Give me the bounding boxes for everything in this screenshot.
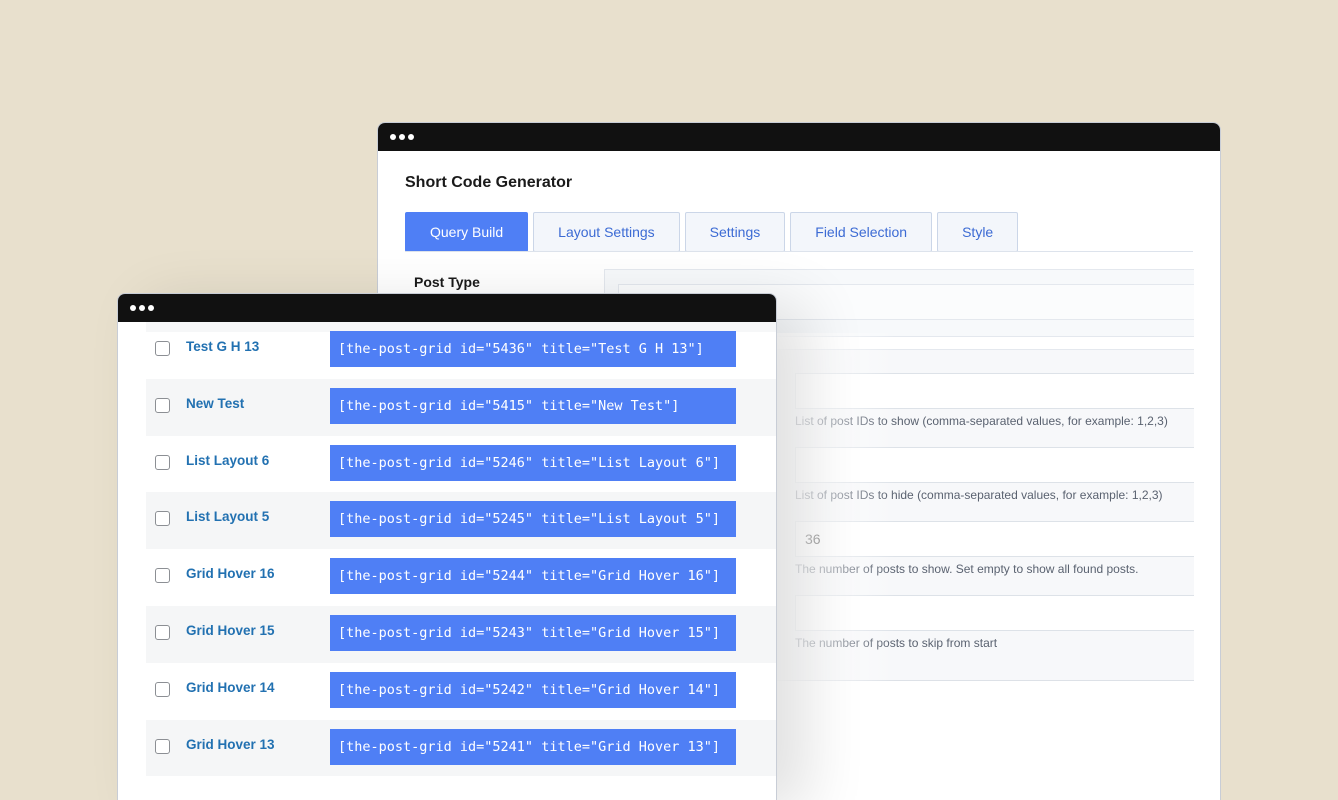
window-dot-icon xyxy=(130,305,136,311)
table-row: Grid Hover 13 [the-post-grid id="5241" t… xyxy=(146,719,776,777)
exclude-ids-input[interactable] xyxy=(795,447,1194,483)
window-dot-icon xyxy=(148,305,154,311)
shortcode-field[interactable]: [the-post-grid id="5242" title="Grid Hov… xyxy=(330,671,736,708)
shortcode-field[interactable]: [the-post-grid id="5436" title="Test G H… xyxy=(330,331,736,367)
row-checkbox[interactable] xyxy=(155,624,170,640)
table-row: List Layout 5 [the-post-grid id="5245" t… xyxy=(146,492,776,550)
row-checkbox[interactable] xyxy=(155,454,170,470)
row-title-link[interactable]: List Layout 6 xyxy=(186,453,269,468)
exclude-ids-hint: List of post IDs to hide (comma-separate… xyxy=(795,488,1163,502)
tab-style[interactable]: Style xyxy=(937,212,1019,252)
window-dot-icon xyxy=(408,134,414,140)
posts-limit-hint: The number of posts to show. Set empty t… xyxy=(795,562,1139,576)
window-dot-icon xyxy=(390,134,396,140)
shortcode-field[interactable]: [the-post-grid id="5245" title="List Lay… xyxy=(330,501,736,538)
window-titlebar xyxy=(118,294,776,322)
shortcode-field[interactable]: [the-post-grid id="5241" title="Grid Hov… xyxy=(330,728,736,765)
shortcode-field[interactable]: [the-post-grid id="5415" title="New Test… xyxy=(330,387,736,424)
row-checkbox[interactable] xyxy=(155,568,170,584)
tab-bar: Query Build Layout Settings Settings Fie… xyxy=(405,212,1019,252)
include-ids-input[interactable] xyxy=(795,373,1194,409)
table-row: Grid Hover 15 [the-post-grid id="5243" t… xyxy=(146,605,776,663)
row-checkbox[interactable] xyxy=(155,341,170,356)
shortcode-field[interactable]: [the-post-grid id="5244" title="Grid Hov… xyxy=(330,558,736,595)
shortcode-field[interactable]: [the-post-grid id="5246" title="List Lay… xyxy=(330,444,736,481)
shortcode-list-window: Test G H 13 [the-post-grid id="5436" tit… xyxy=(117,293,777,800)
row-title-link[interactable]: Grid Hover 13 xyxy=(186,737,275,752)
table-row: Grid Hover 14 [the-post-grid id="5242" t… xyxy=(146,663,776,720)
row-title-link[interactable]: Grid Hover 16 xyxy=(186,566,275,581)
post-type-label: Post Type xyxy=(414,274,480,290)
row-title-link[interactable]: Test G H 13 xyxy=(186,339,259,354)
row-checkbox[interactable] xyxy=(155,511,170,527)
row-checkbox[interactable] xyxy=(155,681,170,697)
row-title-link[interactable]: List Layout 5 xyxy=(186,509,269,524)
table-row: List Layout 6 [the-post-grid id="5246" t… xyxy=(146,436,776,493)
table-row: Test G H 13 [the-post-grid id="5436" tit… xyxy=(146,322,776,379)
row-title-link[interactable]: Grid Hover 15 xyxy=(186,623,275,638)
tab-query-build[interactable]: Query Build xyxy=(405,212,529,252)
shortcode-field[interactable]: [the-post-grid id="5243" title="Grid Hov… xyxy=(330,614,736,651)
row-checkbox[interactable] xyxy=(155,397,170,413)
shortcode-list: Test G H 13 [the-post-grid id="5436" tit… xyxy=(146,322,776,777)
tabs-divider xyxy=(405,251,1193,252)
tab-settings[interactable]: Settings xyxy=(684,212,786,252)
row-title-link[interactable]: Grid Hover 14 xyxy=(186,680,275,695)
window-dot-icon xyxy=(139,305,145,311)
offset-input[interactable] xyxy=(795,595,1194,631)
window-titlebar xyxy=(378,123,1220,151)
tab-field-selection[interactable]: Field Selection xyxy=(790,212,933,252)
page-title: Short Code Generator xyxy=(405,174,573,191)
window-dot-icon xyxy=(399,134,405,140)
tab-layout-settings[interactable]: Layout Settings xyxy=(533,212,680,252)
include-ids-hint: List of post IDs to show (comma-separate… xyxy=(795,414,1168,428)
table-row: Grid Hover 16 [the-post-grid id="5244" t… xyxy=(146,549,776,606)
table-row: New Test [the-post-grid id="5415" title=… xyxy=(146,378,776,436)
posts-limit-input[interactable]: 36 xyxy=(795,521,1194,557)
offset-hint: The number of posts to skip from start xyxy=(795,636,998,650)
row-title-link[interactable]: New Test xyxy=(186,396,244,411)
row-checkbox[interactable] xyxy=(155,738,170,754)
